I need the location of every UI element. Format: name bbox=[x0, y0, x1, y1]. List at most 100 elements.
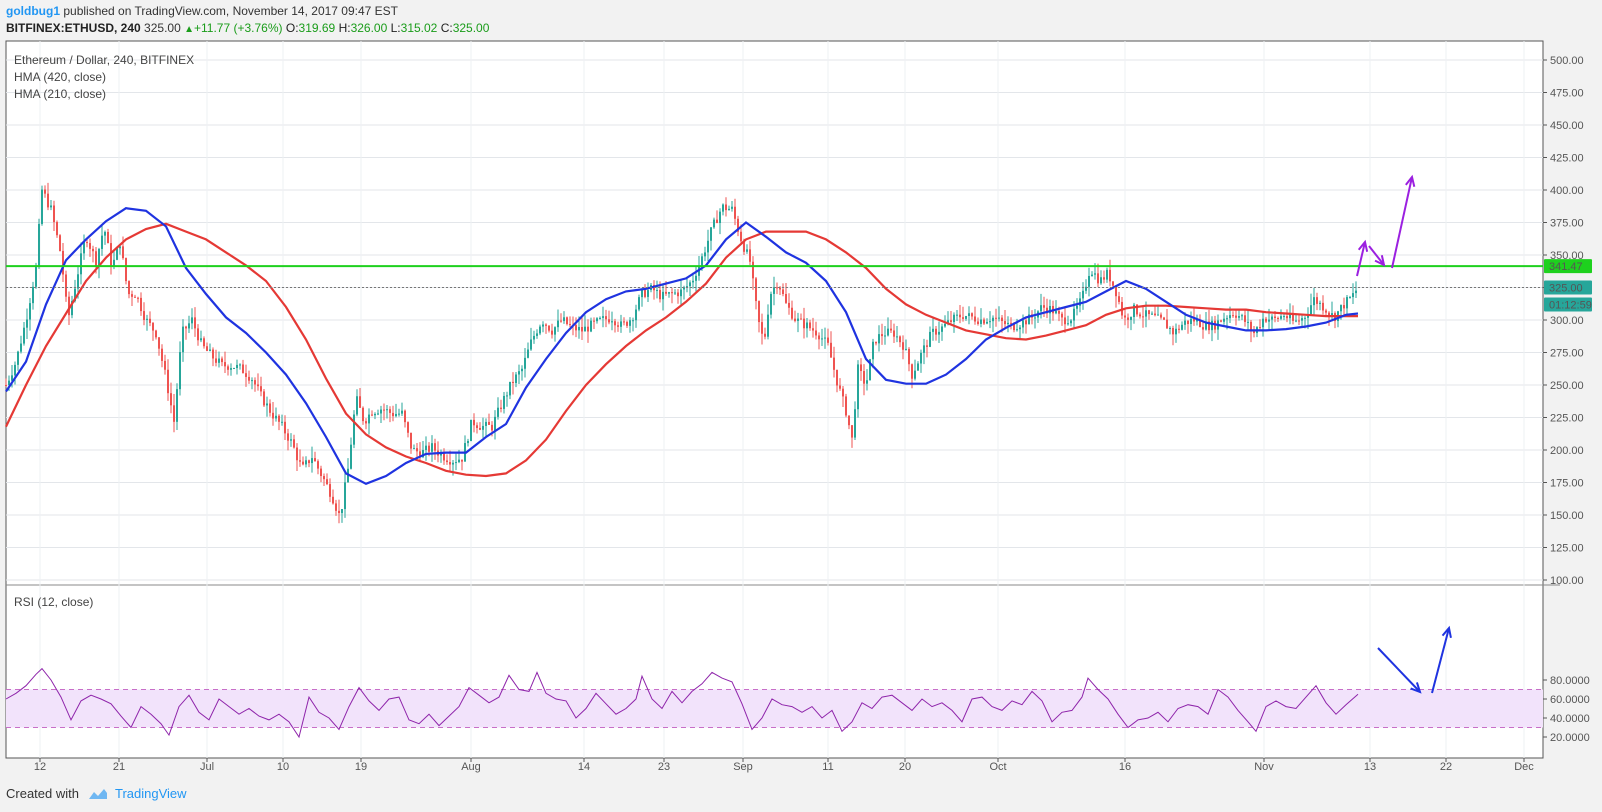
candle-body bbox=[1082, 290, 1084, 299]
candle-body bbox=[914, 370, 916, 379]
candle-body bbox=[1142, 316, 1144, 318]
candle-body bbox=[968, 313, 970, 317]
candle-body bbox=[614, 321, 616, 326]
candle-body bbox=[578, 327, 580, 331]
candle-body bbox=[329, 484, 331, 497]
candle-body bbox=[845, 396, 847, 416]
countdown-value: 01:12:59 bbox=[1549, 300, 1592, 312]
candle-body bbox=[389, 409, 391, 413]
candle-body bbox=[401, 410, 403, 414]
time-tick-label: Nov bbox=[1254, 761, 1274, 773]
candle-body bbox=[1190, 318, 1192, 325]
candle-body bbox=[791, 307, 793, 319]
rsi-label: RSI (12, close) bbox=[14, 595, 93, 609]
candle-body bbox=[86, 242, 88, 244]
candle-body bbox=[233, 368, 235, 370]
candle-body bbox=[356, 396, 358, 415]
candle-body bbox=[1043, 305, 1045, 308]
candle-body bbox=[587, 326, 589, 332]
candle-body bbox=[1298, 320, 1300, 322]
candle-body bbox=[470, 419, 472, 441]
time-tick-label: 20 bbox=[899, 761, 911, 773]
indicator-hma-210-label: HMA (210, close) bbox=[14, 87, 106, 101]
candle-body bbox=[983, 319, 985, 324]
candle-body bbox=[269, 403, 271, 413]
candle-body bbox=[1304, 317, 1306, 319]
candle-body bbox=[719, 211, 721, 223]
candle-body bbox=[344, 482, 346, 510]
candle-body bbox=[602, 316, 604, 318]
candle-body bbox=[647, 290, 649, 297]
candle-body bbox=[65, 274, 67, 297]
candle-body bbox=[878, 334, 880, 344]
candle-body bbox=[176, 389, 178, 422]
candle-body bbox=[428, 445, 430, 452]
candle-body bbox=[998, 317, 1000, 319]
rsi-tick-label: 80.0000 bbox=[1550, 675, 1590, 687]
candle-body bbox=[905, 348, 907, 350]
candle-body bbox=[1223, 318, 1225, 322]
candle-body bbox=[1178, 328, 1180, 330]
candle-body bbox=[341, 509, 343, 514]
chart-canvas[interactable]: 100.00 125.00 150.00 175.00 200.00 225.00 250.… bbox=[0, 0, 1602, 812]
candle-body bbox=[446, 460, 448, 463]
candle-body bbox=[866, 380, 868, 384]
candle-body bbox=[215, 358, 217, 363]
candle-body bbox=[1274, 316, 1276, 318]
candle-body bbox=[1058, 310, 1060, 314]
candle-body bbox=[461, 459, 463, 462]
candle-body bbox=[32, 286, 34, 304]
candle-body bbox=[473, 419, 475, 426]
candle-body bbox=[581, 327, 583, 332]
candle-body bbox=[1103, 277, 1105, 280]
candle-body bbox=[848, 415, 850, 426]
candle-body bbox=[413, 448, 415, 450]
last-price-value: 325.00 bbox=[1549, 283, 1583, 295]
chart-frame bbox=[5, 40, 1544, 759]
candle-body bbox=[368, 414, 370, 424]
candle-body bbox=[41, 189, 43, 224]
candle-body bbox=[95, 251, 97, 267]
candle-body bbox=[563, 317, 565, 322]
candle-body bbox=[1250, 321, 1252, 331]
time-tick-label: Sep bbox=[733, 761, 753, 773]
candle-body bbox=[1016, 329, 1018, 331]
candle-body bbox=[1091, 274, 1093, 276]
candle-body bbox=[131, 294, 133, 297]
candle-body bbox=[1283, 316, 1285, 318]
time-tick-label: 21 bbox=[113, 761, 125, 773]
tradingview-brand-link[interactable]: TradingView bbox=[115, 786, 187, 801]
rsi-tick-label: 40.0000 bbox=[1550, 713, 1590, 725]
candle-body bbox=[1319, 302, 1321, 304]
candle-body bbox=[788, 302, 790, 308]
candle-body bbox=[101, 235, 103, 249]
candle-body bbox=[713, 219, 715, 228]
candle-body bbox=[941, 326, 943, 332]
candle-body bbox=[5, 385, 7, 386]
candle-body bbox=[1322, 302, 1324, 311]
price-tick-label: 225.00 bbox=[1550, 413, 1584, 425]
candle-body bbox=[284, 421, 286, 434]
candle-body bbox=[1100, 277, 1102, 284]
candle-body bbox=[920, 352, 922, 364]
tradingview-cloud-icon bbox=[88, 788, 107, 799]
candle-body bbox=[1106, 269, 1108, 280]
candle-body bbox=[722, 204, 724, 212]
candle-body bbox=[320, 468, 322, 477]
candle-body bbox=[872, 341, 874, 360]
candle-body bbox=[899, 336, 901, 343]
created-with-text: Created with bbox=[6, 786, 79, 801]
candle-body bbox=[623, 321, 625, 323]
candle-body bbox=[1241, 315, 1243, 317]
candle-body bbox=[860, 364, 862, 372]
candle-body bbox=[617, 325, 619, 327]
candle-body bbox=[755, 278, 757, 302]
candle-body bbox=[881, 334, 883, 337]
candle-body bbox=[1280, 316, 1282, 319]
candle-body bbox=[158, 337, 160, 349]
candle-body bbox=[590, 320, 592, 332]
candle-body bbox=[1259, 327, 1261, 329]
candle-body bbox=[56, 222, 58, 236]
candle-body bbox=[635, 309, 637, 321]
candle-body bbox=[863, 371, 865, 384]
